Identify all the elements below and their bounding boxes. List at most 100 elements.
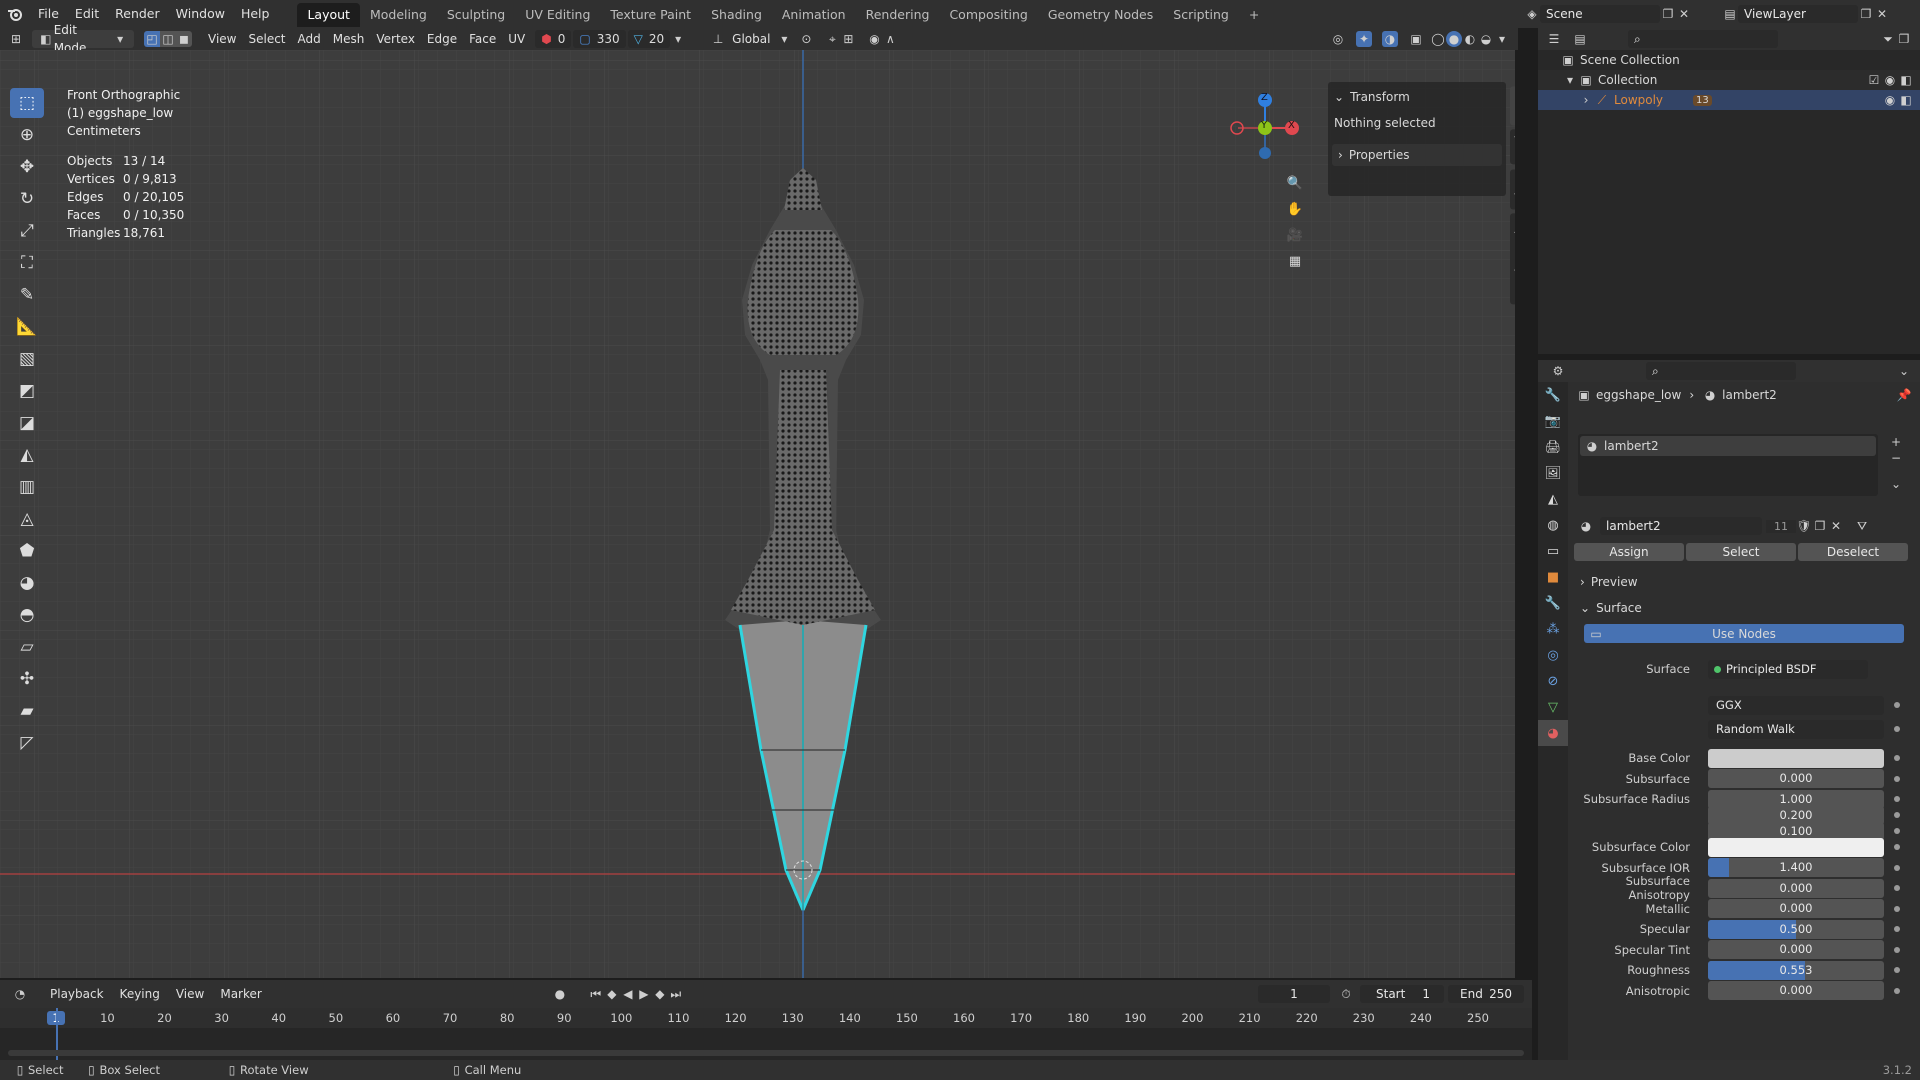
copy-icon[interactable]: ❐ — [1660, 6, 1676, 22]
tab-rendering[interactable]: Rendering — [856, 3, 940, 27]
play-reverse-icon[interactable]: ◀ — [620, 986, 636, 1002]
field-metallic[interactable]: 0.000 — [1708, 899, 1884, 918]
deselect-button[interactable]: Deselect — [1798, 543, 1908, 561]
proportional-edit-icon[interactable]: ◉ — [866, 31, 882, 47]
keyframe-dot-icon[interactable] — [1894, 864, 1900, 871]
loop-cut-tool-icon[interactable]: ▥ — [10, 472, 44, 502]
zoom-icon[interactable]: 🔍 — [1280, 170, 1310, 196]
gizmo-icon[interactable]: ✦ — [1356, 31, 1372, 47]
measure-tool-icon[interactable]: 📐 — [10, 312, 44, 342]
viewlayer-name[interactable]: ViewLayer — [1738, 5, 1858, 23]
tab-scripting[interactable]: Scripting — [1163, 3, 1239, 27]
move-tool-icon[interactable]: ✥ — [10, 152, 44, 182]
tab-geometry-nodes[interactable]: Geometry Nodes — [1038, 3, 1163, 27]
edge-slide-tool-icon[interactable]: ▱ — [10, 632, 44, 662]
data-tab-icon[interactable]: ▽ — [1538, 694, 1568, 720]
jump-end-icon[interactable]: ⏭ — [668, 986, 684, 1002]
smooth-tool-icon[interactable]: ◓ — [10, 600, 44, 630]
keyframe-dot-icon[interactable] — [1894, 755, 1900, 761]
transform-orientation[interactable]: ⊥ Global ▾ — [710, 30, 792, 48]
field-specular-tint[interactable]: 0.000 — [1708, 940, 1884, 959]
rip-tool-icon[interactable]: ◸ — [10, 728, 44, 758]
keyframe-dot-icon[interactable] — [1894, 812, 1900, 818]
view-layer-tab-icon[interactable]: 🖼 — [1538, 460, 1568, 486]
menu-render[interactable]: Render — [107, 0, 168, 28]
modifier-tab-icon[interactable]: 🔧 — [1538, 590, 1568, 616]
assign-button[interactable]: Assign — [1574, 543, 1684, 561]
tool-tab-icon[interactable]: 🔧 — [1538, 382, 1568, 408]
timeline-menu-marker[interactable]: Marker — [214, 985, 267, 1003]
chevron-down-icon[interactable]: ▾ — [670, 31, 686, 47]
tab-compositing[interactable]: Compositing — [939, 3, 1037, 27]
stat-c[interactable]: ▽ 20 — [627, 30, 671, 48]
field-base-color[interactable] — [1708, 748, 1884, 768]
keyframe-dot-icon[interactable] — [1894, 702, 1900, 708]
keyframe-dot-icon[interactable] — [1894, 726, 1900, 732]
cursor-tool-icon[interactable]: ⊕ — [10, 120, 44, 150]
preview-section[interactable]: › Preview — [1574, 572, 1914, 592]
keyframe-dot-icon[interactable] — [1894, 828, 1900, 834]
camera-icon[interactable]: 🎥 — [1280, 222, 1310, 248]
spin-tool-icon[interactable]: ◕ — [10, 568, 44, 598]
outliner-row-collection[interactable]: ▾ ▣ Collection ☑ ◉ ◧ — [1538, 70, 1920, 90]
play-icon[interactable]: ▶ — [636, 986, 652, 1002]
users-count[interactable]: 11 — [1766, 519, 1796, 533]
tab-uv-editing[interactable]: UV Editing — [515, 3, 600, 27]
face-select-icon[interactable]: ◼ — [176, 31, 192, 47]
transform-tool-icon[interactable]: ⛶ — [10, 248, 44, 278]
chevron-down-icon[interactable]: ⌄ — [1888, 476, 1904, 492]
select-button[interactable]: Select — [1686, 543, 1796, 561]
tab-modeling[interactable]: Modeling — [360, 3, 437, 27]
remove-slot-icon[interactable]: − — [1888, 450, 1904, 466]
camera-icon[interactable]: ◧ — [1898, 72, 1914, 88]
eye-icon[interactable]: ◉ — [1882, 72, 1898, 88]
menu-help[interactable]: Help — [233, 0, 278, 28]
field-anisotropic[interactable]: 0.000 — [1708, 981, 1884, 1000]
keyframe-dot-icon[interactable] — [1894, 987, 1900, 994]
viewport-menu-view[interactable]: View — [202, 30, 242, 48]
timeline-scrollbar[interactable] — [8, 1050, 1524, 1056]
fake-user-icon[interactable]: 🛡 — [1796, 518, 1812, 534]
npanel-tab-view[interactable]: View — [1510, 168, 1515, 210]
render-tab-icon[interactable]: 📷 — [1538, 408, 1568, 434]
keyframe-dot-icon[interactable] — [1894, 946, 1900, 953]
keyframe-dot-icon[interactable] — [1894, 905, 1900, 912]
pan-hand-icon[interactable]: ✋ — [1280, 196, 1310, 222]
pin-icon[interactable]: 📌 — [1896, 387, 1912, 403]
annotate-tool-icon[interactable]: ✎ — [10, 280, 44, 310]
tab-sculpting[interactable]: Sculpting — [437, 3, 515, 27]
start-frame-field[interactable]: Start 1 — [1360, 985, 1444, 1003]
viewport-menu-select[interactable]: Select — [242, 30, 291, 48]
tab-animation[interactable]: Animation — [772, 3, 856, 27]
new-collection-icon[interactable]: ❐ — [1896, 31, 1912, 47]
solid-shading-icon[interactable]: ● — [1446, 31, 1462, 47]
select-box-tool-icon[interactable]: ⬚ — [10, 88, 44, 118]
outliner-row-scene-collection[interactable]: ▣ Scene Collection — [1538, 50, 1920, 70]
surface-shader-field[interactable]: Principled BSDF — [1708, 659, 1868, 679]
viewport-menu-uv[interactable]: UV — [502, 30, 531, 48]
world-tab-icon[interactable]: ◍ — [1538, 512, 1568, 538]
outliner-editor-icon[interactable]: ☰ — [1546, 31, 1562, 47]
poly-build-tool-icon[interactable]: ⬟ — [10, 536, 44, 566]
npanel-tab-texel-density[interactable]: Texel Density — [1510, 213, 1515, 305]
add-slot-icon[interactable]: + — [1888, 434, 1904, 450]
keyframe-dot-icon[interactable] — [1894, 796, 1900, 802]
output-tab-icon[interactable]: 🖨 — [1538, 434, 1568, 460]
stat-a[interactable]: ⬢ 0 — [535, 30, 572, 48]
snap-target-icon[interactable]: ⊞ — [840, 31, 856, 47]
keyframe-dot-icon[interactable] — [1894, 775, 1900, 782]
editor-type-icon[interactable]: ⊞ — [8, 31, 24, 47]
copy-icon[interactable]: ❐ — [1858, 6, 1874, 22]
knife-tool-icon[interactable]: ◬ — [10, 504, 44, 534]
use-nodes-button[interactable]: ▭ Use Nodes — [1584, 624, 1904, 643]
next-keyframe-icon[interactable]: ◆ — [652, 986, 668, 1002]
inset-tool-icon[interactable]: ◪ — [10, 408, 44, 438]
outliner-search[interactable]: ⌕ — [1628, 30, 1778, 48]
timeline-menu-keying[interactable]: Keying — [114, 985, 166, 1003]
jump-start-icon[interactable]: ⏮ — [588, 986, 604, 1002]
viewport-menu-vertex[interactable]: Vertex — [370, 30, 421, 48]
3d-viewport[interactable]: ⬚ ⊕ ✥ ↻ ⤢ ⛶ ✎ 📐 ▧ ◩ ◪ ◭ ▥ ◬ ⬟ ◕ ◓ ▱ ✣ ▰ … — [0, 50, 1515, 978]
add-cube-tool-icon[interactable]: ▧ — [10, 344, 44, 374]
scene-tab-icon[interactable]: ◭ — [1538, 486, 1568, 512]
bevel-tool-icon[interactable]: ◭ — [10, 440, 44, 470]
